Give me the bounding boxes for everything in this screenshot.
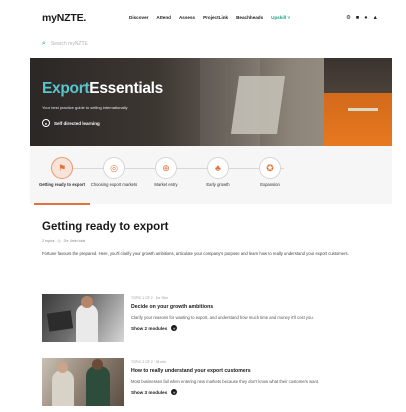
topic-title[interactable]: Decide on your growth ambitions — [131, 304, 383, 310]
award-icon: ✪ — [259, 157, 281, 179]
hero-image-vest — [348, 108, 378, 111]
chevron-down-icon: ˅ — [171, 325, 178, 331]
nav-item-upskill[interactable]: Upskill ˅ — [271, 15, 290, 20]
section-meta: 2 topics ◷ 2hr 4min total — [42, 239, 85, 243]
thumbnail-shape — [46, 310, 74, 332]
hero-title-rest: Essentials — [89, 80, 163, 97]
topic-meta: TOPIC 2 OF 2 · 34 min — [131, 360, 166, 364]
hero-banner: ExportEssentials Your best practice guid… — [30, 58, 392, 146]
person-icon: ● — [42, 119, 50, 127]
hero-title: ExportEssentials — [42, 80, 163, 98]
step-label: Early growth — [206, 182, 230, 187]
globe-pin-icon: ◎ — [103, 157, 125, 179]
chevron-down-icon: ˅ — [171, 389, 178, 395]
topic-description: Clarify your reasons for wanting to expo… — [131, 315, 314, 320]
topic-meta: TOPIC 1 OF 2 · 1hr 30m — [131, 296, 169, 300]
step-market-entry[interactable]: ⊕ Market entry — [136, 157, 196, 187]
hero-image-person — [324, 58, 392, 146]
topic-title[interactable]: How to really understand your export cus… — [131, 368, 383, 374]
step-early-growth[interactable]: ♣ Early growth — [188, 157, 248, 187]
section-intro: Fortune favours the prepared. Here, you'… — [42, 251, 349, 256]
settings-icon[interactable]: ⚙ — [346, 15, 351, 21]
hero-image-screen — [230, 76, 286, 134]
profile-icon[interactable]: ▲ — [373, 15, 378, 21]
step-getting-ready[interactable]: ⚑ Getting ready to export — [32, 157, 92, 205]
top-nav: myNZTE. Discover Attend Assess ProjectLi… — [30, 6, 392, 32]
thumbnail-shape — [57, 362, 68, 373]
nav-item-discover[interactable]: Discover — [129, 15, 148, 20]
step-choosing-markets[interactable]: ◎ Choosing export markets — [84, 157, 144, 187]
nav-icons: ⚙ ■ ● ▲ — [346, 15, 378, 21]
thumbnail-shape — [52, 370, 74, 406]
step-label: Expansion — [260, 182, 280, 187]
topic-info: TOPIC 1 OF 2 · 1hr 30m Decide on your gr… — [131, 296, 383, 331]
topics-count: 2 topics — [42, 239, 55, 243]
topic-thumbnail — [42, 358, 124, 406]
topic-card: TOPIC 1 OF 2 · 1hr 30m Decide on your gr… — [42, 294, 382, 350]
page: myNZTE. Discover Attend Assess ProjectLi… — [30, 6, 392, 412]
show-modules-button[interactable]: Show 3 modules ˅ — [131, 389, 383, 395]
nav-item-projectlink[interactable]: ProjectLink — [203, 15, 228, 20]
nav-item-attend[interactable]: Attend — [156, 15, 171, 20]
hero-subtitle: Your best practice guide to selling inte… — [42, 105, 128, 110]
search-input[interactable]: Search myNZTE — [51, 41, 88, 47]
search-icon: ⌕ — [42, 40, 46, 47]
rocket-icon: ⚑ — [51, 157, 73, 179]
hero-badge: ● Self directed learning — [42, 119, 100, 127]
nav-menu: Discover Attend Assess ProjectLink Beach… — [129, 15, 290, 20]
step-label: Market entry — [154, 182, 178, 187]
hero-badge-label: Self directed learning — [54, 120, 100, 126]
nav-item-beachheads[interactable]: Beachheads — [236, 15, 263, 20]
clock-icon: ◷ — [57, 239, 61, 243]
topic-thumbnail — [42, 294, 124, 342]
show-modules-label: Show 2 modules — [131, 325, 168, 331]
step-expansion[interactable]: ✪ Expansion — [240, 157, 300, 187]
journey-steps: ⚑ Getting ready to export ◎ Choosing exp… — [30, 146, 392, 205]
hero-title-accent: Export — [42, 80, 90, 97]
step-label: Getting ready to export — [38, 182, 86, 187]
logo[interactable]: myNZTE. — [42, 12, 86, 24]
section-title: Getting ready to export — [42, 221, 169, 233]
topic-card: TOPIC 2 OF 2 · 34 min How to really unde… — [42, 358, 382, 412]
search-bar[interactable]: ⌕ Search myNZTE — [42, 38, 382, 50]
total-time: 2hr 4min total — [63, 239, 86, 243]
thumbnail-shape — [76, 304, 98, 342]
globe-icon: ⊕ — [155, 157, 177, 179]
thumbnail-shape — [81, 296, 93, 308]
bookmark-icon[interactable]: ■ — [356, 15, 359, 21]
topic-info: TOPIC 2 OF 2 · 34 min How to really unde… — [131, 360, 383, 395]
thumbnail-shape — [86, 366, 110, 406]
nav-item-assess[interactable]: Assess — [179, 15, 195, 20]
plant-icon: ♣ — [207, 157, 229, 179]
show-modules-label: Show 3 modules — [131, 389, 168, 395]
active-step-indicator — [34, 203, 90, 205]
show-modules-button[interactable]: Show 2 modules ˅ — [131, 325, 383, 331]
notification-icon[interactable]: ● — [364, 15, 367, 21]
thumbnail-shape — [92, 359, 103, 370]
step-label: Choosing export markets — [90, 182, 138, 187]
topic-description: Most businesses fail when entering new m… — [131, 379, 320, 384]
